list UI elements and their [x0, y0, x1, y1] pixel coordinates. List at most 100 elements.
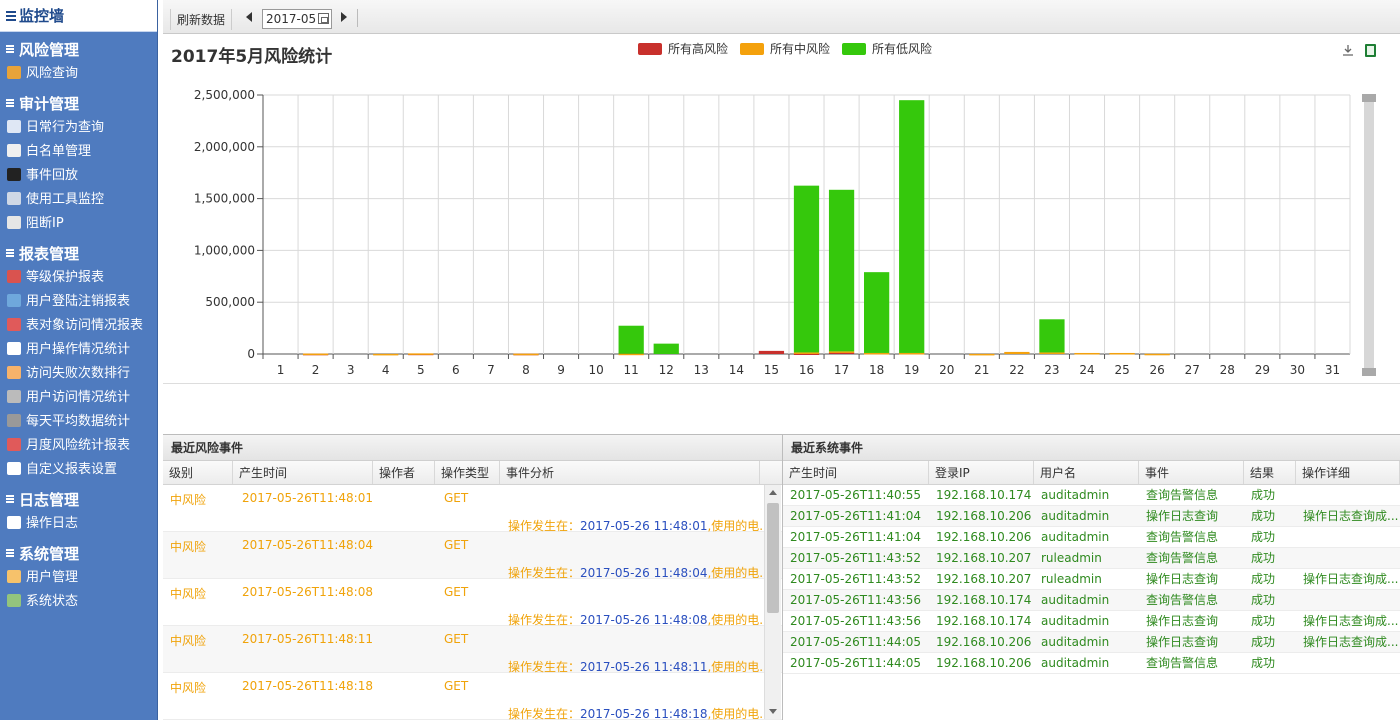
risk-row[interactable]: 中风险 2017-05-26T11:48:01 GET 操作发生在：2017-05-2…: [163, 485, 782, 533]
legend-item[interactable]: 所有低风险: [842, 40, 932, 57]
sys-cell-user: ruleadmin: [1041, 551, 1102, 565]
trend-icon: [7, 438, 21, 451]
scroll-thumb[interactable]: [767, 503, 779, 613]
risk-column-header[interactable]: 操作者: [373, 461, 435, 484]
risk-analysis-suffix: ,使用的电...: [707, 566, 771, 580]
nav-group[interactable]: 审计管理: [0, 92, 157, 116]
sidebar-item[interactable]: 用户登陆注销报表: [0, 290, 157, 314]
sidebar-item[interactable]: 每天平均数据统计: [0, 410, 157, 434]
sys-cell-ip: 192.168.10.174: [936, 614, 1032, 628]
calendar-icon[interactable]: [318, 13, 329, 24]
sidebar-item[interactable]: 风险查询: [0, 62, 157, 86]
nav-group[interactable]: 报表管理: [0, 242, 157, 266]
prev-month-icon[interactable]: [246, 12, 252, 22]
sys-row[interactable]: 2017-05-26T11:43:52 192.168.10.207 ruleadm…: [783, 569, 1400, 590]
sidebar-item[interactable]: 用户访问情况统计: [0, 386, 157, 410]
risk-analysis-suffix: ,使用的电...: [707, 613, 771, 627]
scroll-up-icon[interactable]: [769, 490, 777, 495]
sidebar-item-label: 白名单管理: [26, 144, 92, 159]
chart-bar: [408, 353, 434, 355]
sidebar-item[interactable]: 用户操作情况统计: [0, 338, 157, 362]
sys-column-header[interactable]: 事件: [1139, 461, 1244, 484]
x-tick-label: 1: [277, 363, 285, 377]
risk-row[interactable]: 中风险 2017-05-26T11:48:04 GET 操作发生在：2017-05-2…: [163, 532, 782, 580]
group-collapse-icon: [6, 249, 14, 257]
next-month-icon[interactable]: [341, 12, 347, 22]
sys-cell-detail: 操作日志查询成...: [1303, 614, 1399, 628]
sidebar: 监控墙 风险管理 风险查询审计管理日常行为查询白名单管理事件回放 使用工具监控 阻断I…: [0, 0, 158, 720]
sidebar-item[interactable]: 日常行为查询: [0, 116, 157, 140]
sidebar-item[interactable]: 使用工具监控: [0, 188, 157, 212]
chart-scrollbar[interactable]: [1362, 94, 1376, 376]
sys-row[interactable]: 2017-05-26T11:43:52 192.168.10.207 ruleadm…: [783, 548, 1400, 569]
x-tick-label: 2: [312, 363, 320, 377]
sidebar-item[interactable]: 等级保护报表: [0, 266, 157, 290]
x-tick-label: 24: [1079, 363, 1094, 377]
sys-column-header[interactable]: 登录IP: [929, 461, 1034, 484]
y-tick-label: 2,500,000: [194, 88, 255, 102]
risk-column-header[interactable]: 事件分析: [500, 461, 760, 484]
x-tick-label: 27: [1185, 363, 1200, 377]
x-tick-label: 17: [834, 363, 849, 377]
sys-cell-user: auditadmin: [1041, 509, 1110, 523]
chart-bar: [618, 325, 644, 354]
sys-cell-time: 2017-05-26T11:41:04: [790, 530, 921, 544]
sys-row[interactable]: 2017-05-26T11:41:04 192.168.10.206 auditad…: [783, 527, 1400, 548]
sys-cell-ip: 192.168.10.174: [936, 593, 1032, 607]
sys-row[interactable]: 2017-05-26T11:43:56 192.168.10.174 auditad…: [783, 590, 1400, 611]
sidebar-item[interactable]: 自定义报表设置: [0, 458, 157, 482]
chart-bar: [1144, 353, 1170, 356]
risk-column-header[interactable]: 操作类型: [435, 461, 500, 484]
sys-row[interactable]: 2017-05-26T11:44:05 192.168.10.206 auditad…: [783, 632, 1400, 653]
sys-row[interactable]: 2017-05-26T11:44:05 192.168.10.206 auditad…: [783, 653, 1400, 674]
sidebar-home[interactable]: 监控墙: [0, 0, 157, 32]
risk-column-header[interactable]: 产生时间: [233, 461, 373, 484]
sidebar-item[interactable]: 操作日志: [0, 512, 157, 536]
x-tick-label: 28: [1220, 363, 1235, 377]
nav-group[interactable]: 日志管理: [0, 488, 157, 512]
excel-export-icon[interactable]: [1365, 44, 1376, 57]
download-icon[interactable]: [1342, 44, 1354, 56]
group-collapse-icon: [6, 495, 14, 503]
sys-column-header[interactable]: 产生时间: [783, 461, 929, 484]
sys-row[interactable]: 2017-05-26T11:43:56 192.168.10.174 auditad…: [783, 611, 1400, 632]
sidebar-item[interactable]: 白名单管理: [0, 140, 157, 164]
sidebar-item[interactable]: 阻断IP: [0, 212, 157, 236]
x-tick-label: 16: [799, 363, 814, 377]
risk-level: 中风险: [170, 681, 207, 695]
spacer: [163, 384, 1400, 434]
sidebar-item[interactable]: 用户管理: [0, 566, 157, 590]
sys-column-header[interactable]: 用户名: [1034, 461, 1139, 484]
risk-column-header[interactable]: 级别: [163, 461, 233, 484]
risk-analysis-datetime: 2017-05-26 11:48:01: [580, 519, 708, 533]
sys-row[interactable]: 2017-05-26T11:40:55 192.168.10.174 auditad…: [783, 485, 1400, 506]
sidebar-item[interactable]: 系统状态: [0, 590, 157, 614]
x-tick-label: 13: [694, 363, 709, 377]
risk-analysis-prefix: 操作发生在：: [508, 660, 581, 674]
sys-row[interactable]: 2017-05-26T11:41:04 192.168.10.206 auditad…: [783, 506, 1400, 527]
legend-item[interactable]: 所有高风险: [638, 40, 728, 57]
nav-group-title: 审计管理: [19, 95, 80, 113]
chart-bar: [653, 343, 679, 354]
trend-icon: [7, 318, 21, 331]
sidebar-item[interactable]: 事件回放: [0, 164, 157, 188]
db-avg-icon: [7, 414, 21, 427]
scroll-down-icon[interactable]: [769, 709, 777, 714]
sidebar-item[interactable]: 访问失败次数排行: [0, 362, 157, 386]
sidebar-item[interactable]: 月度风险统计报表: [0, 434, 157, 458]
month-input[interactable]: 2017-05: [262, 9, 332, 29]
risk-row[interactable]: 中风险 2017-05-26T11:48:08 GET 操作发生在：2017-05-2…: [163, 579, 782, 627]
x-tick-label: 8: [522, 363, 530, 377]
x-tick-label: 18: [869, 363, 884, 377]
nav-group[interactable]: 系统管理: [0, 542, 157, 566]
sys-column-header[interactable]: 操作详细: [1296, 461, 1400, 484]
legend-item[interactable]: 所有中风险: [740, 40, 830, 57]
risk-row[interactable]: 中风险 2017-05-26T11:48:18 GET 操作发生在：2017-05-2…: [163, 673, 782, 721]
sidebar-item[interactable]: 表对象访问情况报表: [0, 314, 157, 338]
nav-group[interactable]: 风险管理: [0, 38, 157, 62]
risk-table-scrollbar[interactable]: [764, 485, 781, 719]
sidebar-item-label: 用户操作情况统计: [26, 342, 131, 357]
refresh-button[interactable]: 刷新数据: [170, 9, 233, 30]
sys-column-header[interactable]: 结果: [1244, 461, 1296, 484]
risk-row[interactable]: 中风险 2017-05-26T11:48:11 GET 操作发生在：2017-05-2…: [163, 626, 782, 674]
